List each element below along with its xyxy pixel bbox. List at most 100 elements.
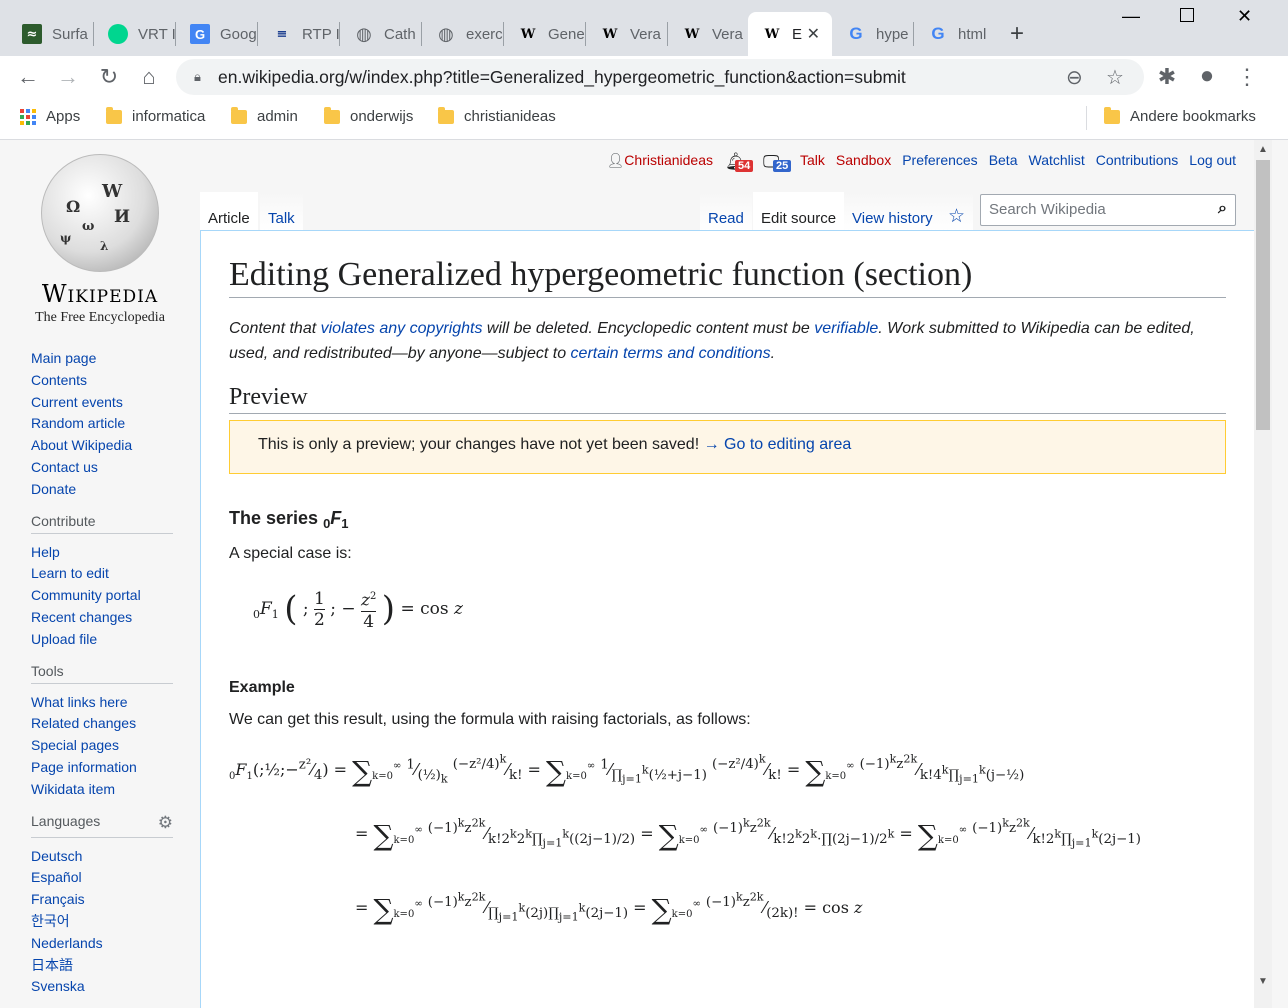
back-icon[interactable]: ← xyxy=(15,64,41,90)
personal-link[interactable]: Beta xyxy=(989,152,1018,168)
tab-edit-source[interactable]: Edit source xyxy=(753,192,845,231)
folder-icon xyxy=(106,106,122,124)
tab-talk[interactable]: Talk xyxy=(260,192,303,231)
sidebar-tools-link[interactable]: Wikidata item xyxy=(31,779,200,801)
google-icon: G xyxy=(931,24,945,43)
tab-article[interactable]: Article xyxy=(200,192,258,231)
sidebar-nav-link[interactable]: Contents xyxy=(31,370,200,392)
notices-button[interactable]: 🖵︎ 25 xyxy=(763,152,792,172)
sidebar-language-link[interactable]: Français xyxy=(31,889,200,911)
browser-tab[interactable]: VRT I xyxy=(94,12,176,56)
copyright-notice: Content that violates any copyrights wil… xyxy=(229,320,1195,362)
globe-icon: ◍ xyxy=(438,23,454,45)
watch-star-icon[interactable]: ☆ xyxy=(940,192,974,231)
close-tab-icon[interactable]: ✕ xyxy=(807,24,820,44)
scrollbar[interactable]: ▲ ▼ xyxy=(1254,140,1272,1008)
wikipedia-logo[interactable]: W Ω И ω ψ λ Wikipedia The Free Encyclope… xyxy=(30,154,170,325)
browser-tab[interactable]: G Goog xyxy=(176,12,258,56)
browser-tab[interactable]: Ghype xyxy=(832,12,914,56)
globe-icon: ◍ xyxy=(356,23,372,45)
browser-tab[interactable]: W Vera xyxy=(668,12,748,56)
browser-tab[interactable]: ≡ RTP I xyxy=(258,12,340,56)
sidebar-language-link[interactable]: 한국어 xyxy=(31,911,200,933)
sidebar-contribute-link[interactable]: Help xyxy=(31,542,200,564)
forward-icon[interactable]: → xyxy=(55,64,81,90)
zoom-icon[interactable]: ⊖ xyxy=(1066,65,1083,90)
profile-icon[interactable]: ● xyxy=(1194,62,1220,90)
google-icon: G xyxy=(849,24,863,43)
sidebar-language-link[interactable]: Deutsch xyxy=(31,846,200,868)
sidebar-language-link[interactable]: 日本語 xyxy=(31,955,200,977)
personal-link[interactable]: Sandbox xyxy=(836,152,891,168)
bookmark-folder[interactable]: admin xyxy=(231,106,298,125)
personal-link[interactable]: Log out xyxy=(1189,152,1236,168)
sidebar-tools-link[interactable]: What links here xyxy=(31,692,200,714)
sidebar-contribute-link[interactable]: Community portal xyxy=(31,585,200,607)
browser-tab[interactable]: W Vera xyxy=(586,12,668,56)
folder-icon xyxy=(231,106,247,124)
reload-icon[interactable]: ↻ xyxy=(96,64,122,90)
sidebar-contribute-link[interactable]: Learn to edit xyxy=(31,563,200,585)
browser-tab-active[interactable]: W E ✕ xyxy=(748,12,832,56)
browser-tab[interactable]: W Gene xyxy=(504,12,586,56)
address-bar[interactable]: 🔒︎ en.wikipedia.org/w/index.php?title=Ge… xyxy=(176,59,1144,95)
bookmarks-bar: Apps informatica admin onderwijs christi… xyxy=(0,98,1288,140)
sidebar-contribute-link[interactable]: Upload file xyxy=(31,629,200,651)
sidebar-tools-link[interactable]: Page information xyxy=(31,757,200,779)
sidebar-nav-link[interactable]: Contact us xyxy=(31,457,200,479)
alerts-button[interactable]: 🔔︎54 xyxy=(725,152,754,172)
user-page-link[interactable]: 👤︎Christianideas xyxy=(607,152,714,172)
wikipedia-icon: W xyxy=(684,26,700,42)
browser-tab[interactable]: ◍ Cath xyxy=(340,12,422,56)
sidebar-language-link[interactable]: Nederlands xyxy=(31,933,200,955)
sidebar-tools-link[interactable]: Related changes xyxy=(31,713,200,735)
apps-icon xyxy=(20,108,36,125)
minimize-icon[interactable]: — xyxy=(1122,6,1140,27)
bookmark-folder[interactable]: christianideas xyxy=(438,106,556,125)
new-tab-button[interactable]: + xyxy=(1010,20,1024,48)
sidebar-contribute-link[interactable]: Recent changes xyxy=(31,607,200,629)
scroll-up-icon[interactable]: ▲ xyxy=(1258,144,1268,155)
sidebar-tools-link[interactable]: Special pages xyxy=(31,735,200,757)
tab-view-history[interactable]: View history xyxy=(844,192,941,231)
maximize-icon[interactable] xyxy=(1180,8,1194,22)
terms-link[interactable]: certain terms and conditions xyxy=(571,345,771,362)
personal-link[interactable]: Talk xyxy=(800,152,825,168)
bookmark-star-icon[interactable]: ☆ xyxy=(1106,65,1124,90)
sidebar-language-link[interactable]: Español xyxy=(31,867,200,889)
scroll-down-icon[interactable]: ▼ xyxy=(1258,976,1268,987)
verifiable-link[interactable]: verifiable xyxy=(814,320,878,337)
personal-link[interactable]: Preferences xyxy=(902,152,977,168)
tab-read[interactable]: Read xyxy=(700,192,752,231)
google-translate-icon: G xyxy=(190,24,210,44)
extensions-icon[interactable]: ✱ xyxy=(1154,64,1180,90)
scrollbar-thumb[interactable] xyxy=(1256,160,1270,430)
gear-icon[interactable]: ⚙ xyxy=(158,813,173,833)
bookmark-folder[interactable]: onderwijs xyxy=(324,106,413,125)
sidebar-nav-link[interactable]: Random article xyxy=(31,413,200,435)
copyright-link[interactable]: violates any copyrights xyxy=(321,320,483,337)
bookmark-folder-other[interactable]: Andere bookmarks xyxy=(1104,106,1256,125)
bookmark-apps[interactable]: Apps xyxy=(20,108,80,125)
search-input[interactable]: Search Wikipedia ⌕ xyxy=(980,194,1236,226)
sidebar: Main page Contents Current events Random ar… xyxy=(0,340,200,1008)
sidebar-language-link[interactable]: Svenska xyxy=(31,976,200,998)
sidebar-nav-link[interactable]: Donate xyxy=(31,479,200,501)
personal-link[interactable]: Contributions xyxy=(1096,152,1179,168)
sidebar-nav-link[interactable]: About Wikipedia xyxy=(31,435,200,457)
menu-icon[interactable]: ⋮ xyxy=(1234,64,1260,90)
home-icon[interactable]: ⌂ xyxy=(136,64,162,90)
browser-tab[interactable]: Ghtml xyxy=(914,12,996,56)
folder-icon xyxy=(438,106,454,124)
sidebar-nav-link[interactable]: Current events xyxy=(31,392,200,414)
go-to-editing-link[interactable]: → Go to editing area xyxy=(704,436,852,453)
search-icon[interactable]: ⌕ xyxy=(1218,200,1227,218)
bookmark-folder[interactable]: informatica xyxy=(106,106,205,125)
personal-link[interactable]: Watchlist xyxy=(1029,152,1085,168)
url-text[interactable]: en.wikipedia.org/w/index.php?title=Gener… xyxy=(218,67,906,88)
close-window-icon[interactable]: ✕ xyxy=(1237,6,1252,27)
example-text: We can get this result, using the formul… xyxy=(229,711,751,728)
browser-tab[interactable]: ≈ Surfa xyxy=(8,12,94,56)
sidebar-nav-link[interactable]: Main page xyxy=(31,348,200,370)
browser-tab[interactable]: ◍ exerc xyxy=(422,12,504,56)
